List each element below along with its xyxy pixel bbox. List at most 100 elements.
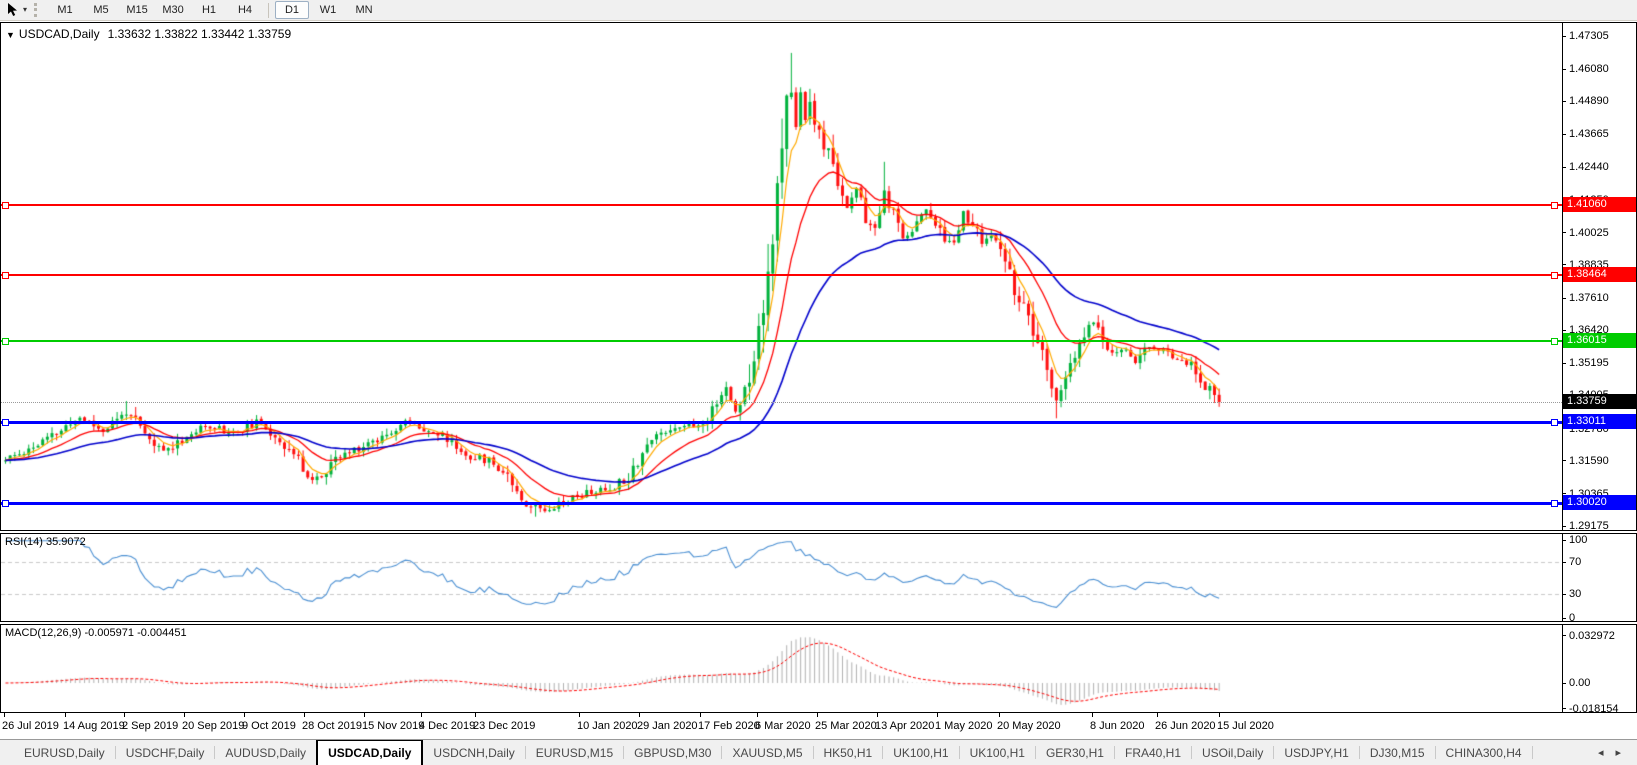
price-line-1.41060[interactable]: [1, 203, 1562, 206]
date-tick: [1219, 713, 1220, 717]
tab-uk100-h1[interactable]: UK100,H1: [883, 740, 958, 765]
timeframe-button-mn[interactable]: MN: [347, 1, 381, 19]
mt4-window: ▾ M1 M5 M15 M30 H1 H4 D1 W1 MN 1.47305 1.46080 1.4…: [0, 0, 1637, 765]
date-label: 8 Jun 2020: [1090, 720, 1145, 732]
date-label: 25 Mar 2020: [815, 720, 877, 732]
timeframe-button-m5[interactable]: M5: [84, 1, 118, 19]
tab-hk50-h1[interactable]: HK50,H1: [814, 740, 883, 765]
timeframe-button-m15[interactable]: M15: [120, 1, 154, 19]
price-line-1.30020[interactable]: [1, 502, 1562, 506]
timeframe-button-m30[interactable]: M30: [156, 1, 190, 19]
chart-dropdown-icon[interactable]: ▼: [6, 30, 15, 40]
price-line-right-handle[interactable]: [1551, 271, 1558, 279]
rsi-axis-separator: [1562, 534, 1563, 621]
date-tick: [475, 713, 476, 717]
date-tick: [184, 713, 185, 717]
current-price-line: [1, 402, 1562, 404]
date-label: 20 Sep 2019: [182, 720, 245, 732]
toolbar: ▾ M1 M5 M15 M30 H1 H4 D1 W1 MN: [0, 0, 1637, 21]
price-line-left-handle[interactable]: [2, 500, 9, 508]
price-line-left-handle[interactable]: [2, 419, 9, 427]
price-line-left-handle[interactable]: [2, 271, 9, 279]
date-label: 28 Oct 2019: [302, 720, 362, 732]
date-label: 17 Feb 2020: [698, 720, 760, 732]
date-label: 10 Jan 2020: [577, 720, 638, 732]
macd-tick: 0.032972: [1562, 629, 1615, 643]
date-label: 13 Apr 2020: [875, 720, 935, 732]
date-label: 15 Jul 2020: [1217, 720, 1274, 732]
cursor-tool-icon[interactable]: [3, 1, 23, 19]
price-line-label[interactable]: 1.41060: [1563, 196, 1636, 212]
chart-tab-bar: ◂ ▸ EURUSD,Daily USDCHF,Daily AUDUSD,Daily…: [0, 739, 1637, 765]
price-line-label[interactable]: 1.36015: [1563, 333, 1636, 349]
tab-separator: [1531, 746, 1533, 759]
price-line-right-handle[interactable]: [1551, 500, 1558, 508]
macd-canvas[interactable]: [1, 625, 1562, 710]
date-tick: [817, 713, 818, 717]
tab-scroll-right-icon[interactable]: ▸: [1615, 746, 1621, 759]
tick-label: 0.032972: [1569, 629, 1615, 642]
toolbar-drag-handle[interactable]: [34, 3, 40, 17]
rsi-tick: 0: [1562, 611, 1575, 625]
tab-usdjpy-h1[interactable]: USDJPY,H1: [1274, 740, 1358, 765]
price-line-1.38464[interactable]: [1, 273, 1562, 276]
date-label: 23 Dec 2019: [473, 720, 536, 732]
tab-eurusd-m15[interactable]: EURUSD,M15: [526, 740, 623, 765]
macd-label: MACD(12,26,9) -0.005971 -0.004451: [5, 627, 187, 639]
rsi-panel: 100 70 30 0 RSI(14) 35.9072: [0, 533, 1637, 625]
date-label: 6 Mar 2020: [755, 720, 811, 732]
date-tick: [757, 713, 758, 717]
price-line-label[interactable]: 1.33011: [1563, 414, 1636, 430]
tab-usdchf-daily[interactable]: USDCHF,Daily: [116, 740, 215, 765]
macd-panel: 0.032972 0.00 -0.018154 MACD(12,26,9) -0.0…: [0, 624, 1637, 715]
tab-usoil-daily[interactable]: USOil,Daily: [1192, 740, 1273, 765]
timeframe-button-d1[interactable]: D1: [275, 1, 310, 19]
price-line-label[interactable]: 1.30020: [1563, 495, 1636, 511]
date-label: 26 Jun 2020: [1155, 720, 1216, 732]
date-tick: [244, 713, 245, 717]
rsi-canvas[interactable]: [1, 534, 1562, 619]
timeframe-group: M1 M5 M15 M30 H1 H4 D1 W1 MN: [47, 1, 382, 19]
date-label: 1 May 2020: [935, 720, 993, 732]
price-line-label[interactable]: 1.38464: [1563, 266, 1636, 282]
price-line-left-handle[interactable]: [2, 201, 9, 209]
tab-china300-h4[interactable]: CHINA300,H4: [1436, 740, 1532, 765]
price-line-right-handle[interactable]: [1551, 338, 1558, 346]
date-tick: [364, 713, 365, 717]
tab-usdcnh-daily[interactable]: USDCNH,Daily: [423, 740, 524, 765]
timeframe-button-h4[interactable]: H4: [228, 1, 262, 19]
tab-fra40-h1[interactable]: FRA40,H1: [1115, 740, 1191, 765]
price-line-left-handle[interactable]: [2, 338, 9, 346]
tab-dj30-m15[interactable]: DJ30,M15: [1360, 740, 1435, 765]
timeframe-button-h1[interactable]: H1: [192, 1, 226, 19]
tick-label: 0.00: [1569, 677, 1591, 689]
tick-label: 100: [1569, 534, 1588, 546]
tab-gbpusd-m30[interactable]: GBPUSD,M30: [624, 740, 721, 765]
price-line-1.36015[interactable]: [1, 340, 1562, 343]
date-tick: [877, 713, 878, 717]
tab-scroll-left-icon[interactable]: ◂: [1598, 746, 1604, 759]
date-tick: [700, 713, 701, 717]
tab-eurusd-daily[interactable]: EURUSD,Daily: [14, 740, 115, 765]
timeframe-button-m1[interactable]: M1: [48, 1, 82, 19]
date-tick: [304, 713, 305, 717]
date-tick: [937, 713, 938, 717]
macd-tick: 0.00: [1562, 676, 1590, 690]
date-tick: [999, 713, 1000, 717]
tab-ger30-h1[interactable]: GER30,H1: [1036, 740, 1114, 765]
date-tick: [65, 713, 66, 717]
cursor-tool-dropdown-icon[interactable]: ▾: [23, 1, 27, 19]
timeframe-button-w1[interactable]: W1: [311, 1, 345, 19]
price-line-1.33011[interactable]: [1, 421, 1562, 425]
tick-label: 0: [1569, 612, 1576, 624]
tab-audusd-daily[interactable]: AUDUSD,Daily: [215, 740, 316, 765]
tab-xauusd-m5[interactable]: XAUUSD,M5: [722, 740, 812, 765]
price-line-right-handle[interactable]: [1551, 201, 1558, 209]
date-label: 2 Sep 2019: [122, 720, 179, 732]
price-line-right-handle[interactable]: [1551, 419, 1558, 427]
tab-usdcad-daily[interactable]: USDCAD,Daily: [316, 740, 424, 765]
tab-uk100-h1[interactable]: UK100,H1: [960, 740, 1035, 765]
price-lines-layer: 1.41060 1.38464 1.36015 1.33011 1.30020 1.337…: [1, 23, 1636, 530]
tick-label: 30: [1569, 588, 1582, 600]
rsi-tick: 30: [1562, 587, 1581, 601]
